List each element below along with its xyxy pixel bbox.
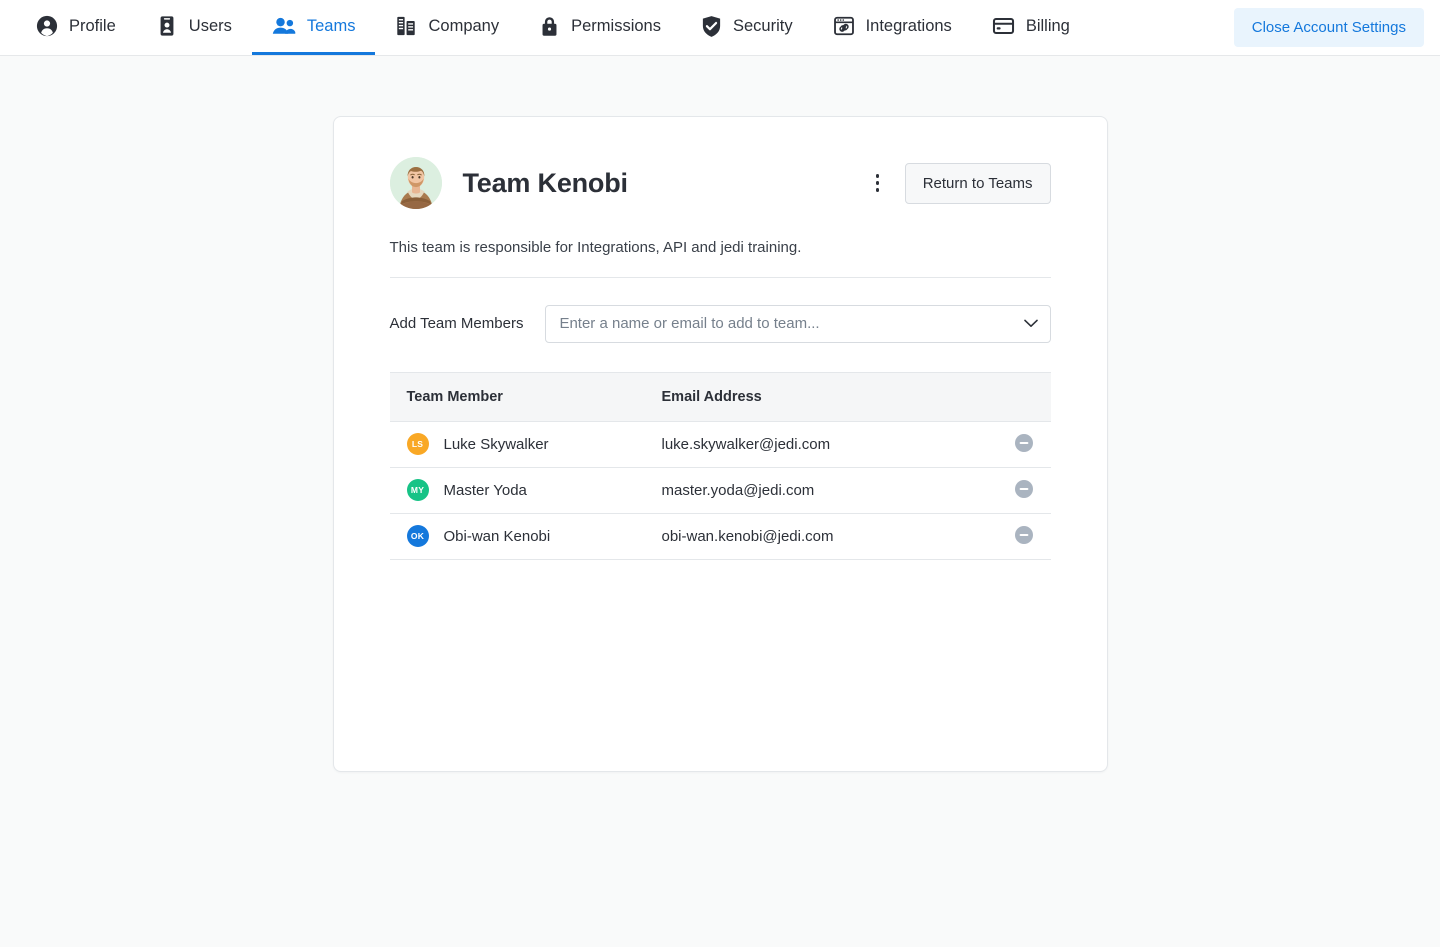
lock-icon	[539, 15, 560, 37]
remove-member-icon[interactable]	[1014, 479, 1034, 499]
cell-actions	[997, 513, 1051, 559]
member-name: Luke Skywalker	[444, 436, 549, 453]
kebab-dot	[876, 188, 880, 192]
table-row: LS Luke Skywalker luke.skywalker@jedi.com	[390, 421, 1051, 467]
column-header-team-member: Team Member	[390, 372, 662, 421]
cell-actions	[997, 467, 1051, 513]
table-header-row: Team Member Email Address	[390, 372, 1051, 421]
remove-member-icon[interactable]	[1014, 525, 1034, 545]
add-team-members-select[interactable]: Enter a name or email to add to team...	[545, 305, 1050, 343]
nav-tab-label: Teams	[307, 18, 356, 35]
team-detail-card: Team Kenobi Return to Teams This team is…	[333, 116, 1108, 772]
nav-spacer	[1090, 0, 1234, 55]
add-team-members-row: Add Team Members Enter a name or email t…	[390, 305, 1051, 343]
nav-tab-label: Security	[733, 18, 793, 35]
table-row: OK Obi-wan Kenobi obi-wan.kenobi@jedi.com	[390, 513, 1051, 559]
cell-email-address: luke.skywalker@jedi.com	[662, 421, 997, 467]
nav-tab-label: Integrations	[866, 18, 952, 35]
table-body: LSLuke Skywalkerluke.skywalker@jedi.comM…	[390, 421, 1051, 559]
team-header: Team Kenobi Return to Teams	[390, 157, 1051, 209]
nav-tab-profile[interactable]: Profile	[16, 0, 136, 55]
nav-tab-label: Profile	[69, 18, 116, 35]
nav-tab-teams[interactable]: Teams	[252, 0, 376, 55]
nav-tab-permissions[interactable]: Permissions	[519, 0, 681, 55]
member-name: Obi-wan Kenobi	[444, 528, 551, 545]
team-description: This team is responsible for Integration…	[390, 237, 1051, 259]
users-icon	[156, 15, 178, 37]
shield-check-icon	[701, 15, 722, 37]
table-head: Team Member Email Address	[390, 372, 1051, 421]
avatar: LS	[407, 433, 429, 455]
nav-tab-label: Users	[189, 18, 232, 35]
column-header-email-address: Email Address	[662, 372, 997, 421]
member-name: Master Yoda	[444, 482, 527, 499]
member-cell: OK Obi-wan Kenobi	[390, 525, 662, 547]
close-account-settings-button[interactable]: Close Account Settings	[1234, 8, 1424, 47]
more-options-icon[interactable]	[865, 166, 891, 200]
nav-tab-label: Billing	[1026, 18, 1070, 35]
kebab-dot	[876, 181, 880, 185]
nav-tab-security[interactable]: Security	[681, 0, 813, 55]
avatar: OK	[407, 525, 429, 547]
page-title: Team Kenobi	[463, 168, 628, 199]
cell-actions	[997, 421, 1051, 467]
header-divider	[390, 277, 1051, 278]
return-to-teams-button[interactable]: Return to Teams	[905, 163, 1051, 204]
nav-tab-integrations[interactable]: Integrations	[813, 0, 972, 55]
nav-tab-label: Permissions	[571, 18, 661, 35]
profile-icon	[36, 15, 58, 37]
column-header-actions	[997, 372, 1051, 421]
nav-tab-users[interactable]: Users	[136, 0, 252, 55]
nav-tab-billing[interactable]: Billing	[972, 0, 1090, 55]
add-team-members-label: Add Team Members	[390, 315, 524, 332]
integrations-icon	[833, 15, 855, 37]
add-team-members-select-wrapper: Enter a name or email to add to team...	[545, 305, 1050, 343]
cell-email-address: master.yoda@jedi.com	[662, 467, 997, 513]
member-cell: MY Master Yoda	[390, 479, 662, 501]
remove-member-icon[interactable]	[1014, 433, 1034, 453]
teams-icon	[272, 15, 296, 37]
company-icon	[395, 15, 417, 37]
member-cell: LS Luke Skywalker	[390, 433, 662, 455]
cell-email-address: obi-wan.kenobi@jedi.com	[662, 513, 997, 559]
kebab-dot	[876, 174, 880, 178]
nav-tab-company[interactable]: Company	[375, 0, 519, 55]
team-avatar-photo	[390, 157, 442, 209]
avatar: MY	[407, 479, 429, 501]
page-body: Team Kenobi Return to Teams This team is…	[0, 56, 1440, 772]
nav-tab-label: Company	[428, 18, 499, 35]
cell-team-member: OK Obi-wan Kenobi	[390, 513, 662, 559]
cell-team-member: MY Master Yoda	[390, 467, 662, 513]
cell-team-member: LS Luke Skywalker	[390, 421, 662, 467]
team-members-table: Team Member Email Address LS Luke Skywalk…	[390, 372, 1051, 560]
account-settings-nav: Profile Users Teams Company Permissions Secur…	[0, 0, 1440, 56]
table-row: MY Master Yoda master.yoda@jedi.com	[390, 467, 1051, 513]
credit-card-icon	[992, 15, 1015, 37]
